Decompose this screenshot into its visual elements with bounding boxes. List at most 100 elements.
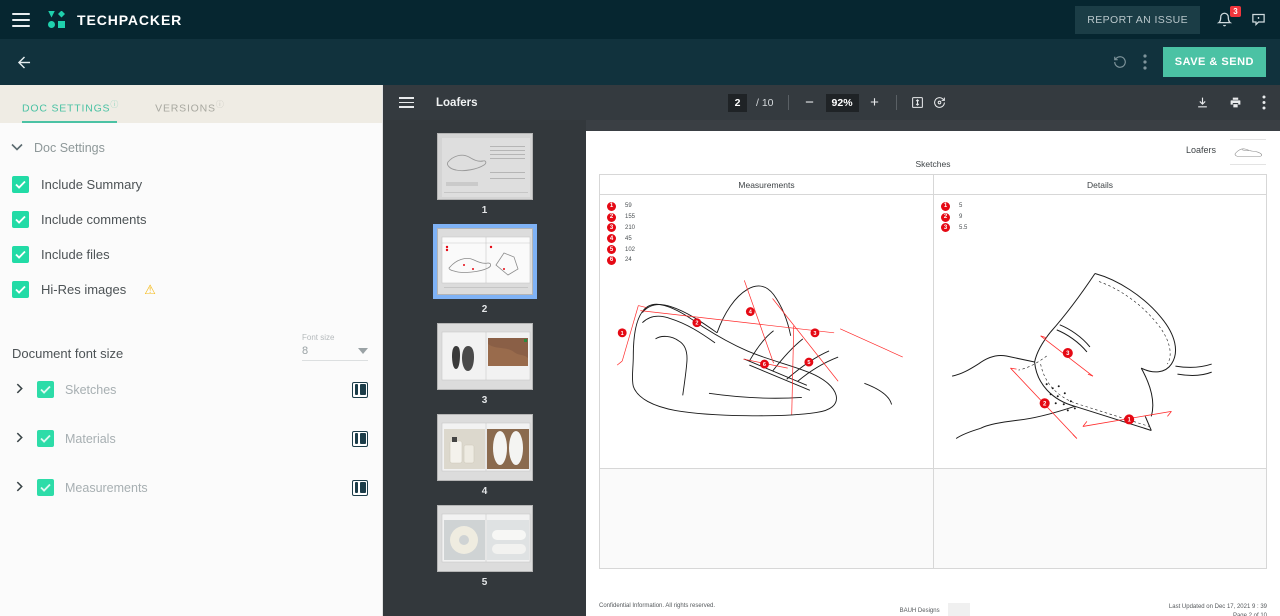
detail-list: 1 5 2 9 3 [941,201,967,233]
thumbnail-preview [438,324,533,390]
toolbar-divider [896,95,897,110]
page-table: Measurements 1 59 2 [599,174,1267,569]
thumbnail-panel-toggle-icon[interactable] [399,97,414,108]
font-size-value: 8 [302,345,308,357]
svg-text:5: 5 [807,360,810,366]
checkbox-label: Include comments [41,212,147,227]
current-page-input[interactable]: 2 [728,94,747,112]
detail-value: 5 [959,203,962,209]
page-navigation: 2 / 10 − 92% + [728,94,946,112]
pin-badge: 1 [607,202,616,211]
thumbnail-item[interactable]: 4 [383,414,586,497]
font-size-control[interactable]: Font size 8 [302,333,368,361]
thumbnail-selection-frame [433,224,537,299]
thumbnail-page-4[interactable] [437,414,533,481]
list-item: 1 59 [607,201,635,212]
thumbnail-item[interactable]: 1 [383,133,586,216]
checkbox-include-summary[interactable]: Include Summary [10,167,368,202]
checkbox-icon[interactable] [12,176,29,193]
group-measurements[interactable]: Measurements [10,467,368,508]
zoom-level-value[interactable]: 92% [826,94,859,112]
thumbnail-preview [438,134,533,200]
list-item: 2 9 [941,212,967,223]
thumbnail-number: 4 [482,486,488,497]
chevron-right-icon[interactable] [12,481,26,495]
pin-badge: 3 [607,223,616,232]
brand-name: TECHPACKER [77,12,182,28]
page-footer: Confidential Information. All rights res… [599,603,1267,616]
thumbnail-page-2[interactable] [437,228,533,295]
save-and-send-button[interactable]: SAVE & SEND [1163,47,1266,77]
thumbnail-page-5[interactable] [437,505,533,572]
font-size-select[interactable]: 8 [302,345,368,361]
thumbnail-preview [438,229,533,295]
back-arrow-icon[interactable] [10,48,38,76]
tab-versions[interactable]: VERSIONSⓘ [155,99,234,124]
feedback-icon[interactable] [1248,10,1268,30]
group-materials[interactable]: Materials [10,418,368,459]
checkbox-icon[interactable] [37,381,54,398]
toolbar-divider [788,95,789,110]
thumbnail-item-selected[interactable]: 2 [383,224,586,315]
pin-badge: 2 [607,213,616,222]
rotate-icon[interactable] [933,96,946,109]
board-view-icon[interactable] [352,382,368,398]
tab-doc-settings-label: DOC SETTINGS [22,102,110,114]
notification-bell-icon[interactable]: 3 [1214,10,1234,30]
thumbnail-item[interactable]: 3 [383,323,586,406]
doc-settings-header[interactable]: Doc Settings [10,137,368,167]
download-icon[interactable] [1196,96,1209,109]
thumbnail-item[interactable]: 5 [383,505,586,588]
zoom-in-button[interactable]: + [868,95,882,110]
report-an-issue-button[interactable]: REPORT AN ISSUE [1075,6,1200,34]
checkbox-icon[interactable] [12,281,29,298]
chevron-right-icon[interactable] [12,383,26,397]
chevron-down-icon[interactable] [358,348,368,354]
techpacker-logo-icon [48,11,68,29]
more-vertical-icon[interactable] [1143,54,1147,70]
chevron-right-icon[interactable] [12,432,26,446]
thumbnail-number: 2 [482,304,488,315]
board-view-icon[interactable] [352,480,368,496]
thumbnail-rail[interactable]: 1 [383,120,586,616]
history-icon[interactable] [1113,55,1127,69]
footer-last-updated: Last Updated on Dec 17, 2021 9 : 39 [1169,603,1267,612]
hamburger-icon[interactable] [12,13,30,27]
checkbox-include-comments[interactable]: Include comments [10,202,368,237]
checkbox-icon[interactable] [12,246,29,263]
board-view-icon[interactable] [352,431,368,447]
footer-confidential: Confidential Information. All rights res… [599,603,900,609]
shoe-side-sketch: 1 2 3 4 5 6 [600,239,933,468]
main-body: DOC SETTINGSⓘ VERSIONSⓘ Doc Settings [0,85,1280,616]
column-measurements: Measurements 1 59 2 [600,175,933,568]
thumbnail-page-3[interactable] [437,323,533,390]
checkbox-icon[interactable] [37,479,54,496]
group-sketches[interactable]: Sketches [10,369,368,410]
column-body: 1 59 2 155 3 [600,195,933,468]
thumbnail-number: 1 [482,205,488,216]
checkbox-icon[interactable] [37,430,54,447]
document-viewer: Loafers 2 / 10 − 92% + [383,85,1280,616]
info-icon[interactable]: ⓘ [110,100,119,109]
footer-meta: Last Updated on Dec 17, 2021 9 : 39 Page… [1169,603,1267,616]
print-icon[interactable] [1229,96,1242,109]
chevron-down-icon[interactable] [10,142,24,154]
svg-text:3: 3 [813,331,816,337]
warning-icon[interactable]: ⚠ [144,282,156,298]
info-icon[interactable]: ⓘ [216,100,225,109]
measurement-value: 155 [625,214,635,220]
doc-settings-panel: DOC SETTINGSⓘ VERSIONSⓘ Doc Settings [0,85,383,616]
measurement-value: 59 [625,203,632,209]
tab-doc-settings[interactable]: DOC SETTINGSⓘ [22,99,129,124]
thumbnail-page-1[interactable] [437,133,533,200]
checkbox-include-files[interactable]: Include files [10,237,368,272]
zoom-out-button[interactable]: − [803,95,817,110]
list-item: 1 5 [941,201,967,212]
svg-text:2: 2 [695,321,698,327]
checkbox-icon[interactable] [12,211,29,228]
measurement-value: 210 [625,225,635,231]
notification-badge: 3 [1230,6,1241,17]
fit-page-icon[interactable] [911,96,924,109]
more-vertical-icon[interactable] [1262,95,1266,110]
checkbox-hi-res-images[interactable]: Hi-Res images ⚠ [10,272,368,307]
